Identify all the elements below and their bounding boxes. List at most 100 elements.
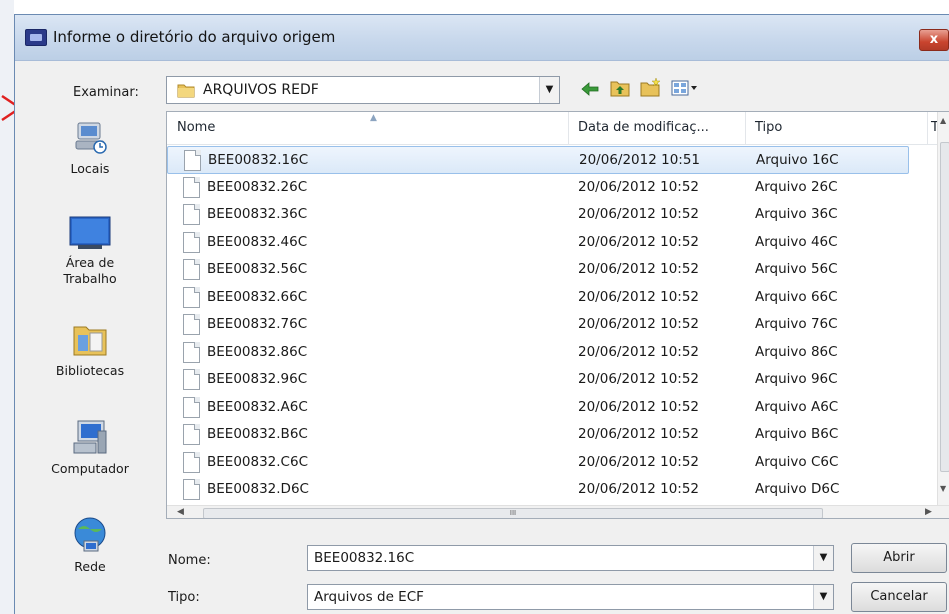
file-type: Arquivo B6C <box>755 426 839 442</box>
open-button[interactable]: Abrir <box>851 543 947 573</box>
file-row[interactable]: BEE00832.16C 20/06/2012 10:51 Arquivo 16C <box>167 146 909 174</box>
places-recent[interactable]: Locais <box>15 117 165 177</box>
folder-icon <box>177 84 195 98</box>
network-icon <box>74 517 106 552</box>
file-row[interactable]: BEE00832.36C 20/06/2012 10:52 Arquivo 36C <box>167 201 937 229</box>
file-date: 20/06/2012 10:52 <box>578 288 700 305</box>
cancel-button[interactable]: Cancelar <box>851 582 947 612</box>
file-row[interactable]: BEE00832.C6C 20/06/2012 10:52 Arquivo C6C <box>167 449 937 477</box>
file-type: Arquivo 86C <box>755 343 838 360</box>
horizontal-scroll-thumb[interactable]: III <box>203 508 823 518</box>
file-type: Arquivo 16C <box>756 152 839 168</box>
vertical-scroll-thumb[interactable] <box>940 142 949 472</box>
file-type: Arquivo 56C <box>755 261 838 277</box>
file-date: 20/06/2012 10:51 <box>579 152 701 168</box>
chevron-down-icon[interactable]: ▼ <box>539 77 559 103</box>
column-divider[interactable] <box>568 112 569 145</box>
file-date: 20/06/2012 10:52 <box>578 343 700 360</box>
chevron-down-icon[interactable]: ▼ <box>813 585 833 609</box>
view-menu-icon[interactable] <box>671 80 699 96</box>
horizontal-scrollbar[interactable]: ◀ III ▶ <box>167 505 949 518</box>
file-row[interactable]: BEE00832.66C 20/06/2012 10:52 Arquivo 66C <box>167 284 937 312</box>
file-date: 20/06/2012 10:52 <box>578 206 700 222</box>
file-icon <box>183 341 200 363</box>
places-computer-label: Computador <box>51 461 129 476</box>
file-name: BEE00832.56C <box>207 261 308 277</box>
column-date[interactable]: Data de modificaç... <box>578 120 709 135</box>
file-type: Arquivo 96C <box>755 371 838 387</box>
file-row[interactable]: BEE00832.86C 20/06/2012 10:52 Arquivo 86C <box>167 339 937 367</box>
close-button[interactable]: x <box>919 29 949 51</box>
title-bar[interactable]: Informe o diretório do arquivo origem x <box>15 15 949 61</box>
places-recent-label: Locais <box>70 161 110 176</box>
new-folder-icon[interactable] <box>640 77 662 97</box>
file-icon <box>183 176 200 198</box>
file-icon <box>183 451 200 473</box>
file-name: BEE00832.D6C <box>207 481 309 497</box>
file-date: 20/06/2012 10:52 <box>578 453 700 470</box>
file-row[interactable]: BEE00832.B6C 20/06/2012 10:52 Arquivo B6C <box>167 421 937 449</box>
file-type: Arquivo 66C <box>755 288 838 305</box>
file-date: 20/06/2012 10:52 <box>578 398 700 415</box>
scroll-right-icon[interactable]: ▶ <box>925 507 932 517</box>
column-divider[interactable] <box>927 112 928 145</box>
places-network-label: Rede <box>74 559 106 574</box>
file-icon <box>183 424 200 445</box>
file-type: Arquivo 46C <box>755 233 838 250</box>
back-arrow-icon[interactable] <box>581 81 599 97</box>
sort-ascending-icon: ▲ <box>370 113 377 123</box>
column-type[interactable]: Tipo <box>755 120 782 135</box>
file-row[interactable]: BEE00832.76C 20/06/2012 10:52 Arquivo 76C <box>167 311 937 339</box>
file-row[interactable]: BEE00832.D6C 20/06/2012 10:52 Arquivo D6C <box>167 476 937 504</box>
filename-combobox[interactable]: BEE00832.16C ▼ <box>307 545 834 571</box>
file-icon <box>183 314 200 335</box>
places-desktop-label: Área de Trabalho <box>63 255 117 286</box>
file-row[interactable]: BEE00832.56C 20/06/2012 10:52 Arquivo 56C <box>167 256 937 284</box>
file-list[interactable]: ▲ Nome Data de modificaç... Tipo T BEE00… <box>166 111 949 519</box>
open-file-dialog: Informe o diretório do arquivo origem x … <box>14 14 949 614</box>
file-name: BEE00832.26C <box>207 178 308 195</box>
file-type: Arquivo 76C <box>755 316 838 332</box>
vertical-scrollbar[interactable]: ▲ ▼ <box>937 112 949 505</box>
background-strip <box>0 0 14 614</box>
file-name: BEE00832.C6C <box>207 453 308 470</box>
file-icon <box>183 479 200 500</box>
computer-icon <box>73 420 107 454</box>
places-libraries[interactable]: Bibliotecas <box>15 319 165 379</box>
column-divider[interactable] <box>745 112 746 145</box>
places-libraries-label: Bibliotecas <box>55 363 125 378</box>
places-bar: Locais Área de Trabalho Bibliotecas Comp… <box>15 107 165 614</box>
scroll-up-icon[interactable]: ▲ <box>940 116 946 125</box>
file-icon <box>183 396 200 418</box>
scroll-down-icon[interactable]: ▼ <box>940 484 946 493</box>
file-name: BEE00832.46C <box>207 233 308 250</box>
column-header-row: ▲ Nome Data de modificaç... Tipo T <box>167 112 949 145</box>
file-type: Arquivo D6C <box>755 481 840 497</box>
up-folder-icon[interactable] <box>610 79 630 97</box>
file-row[interactable]: BEE00832.96C 20/06/2012 10:52 Arquivo 96C <box>167 366 937 394</box>
look-in-dropdown[interactable]: ARQUIVOS REDF ▼ <box>166 76 560 104</box>
places-computer[interactable]: Computador <box>15 417 165 477</box>
file-name: BEE00832.76C <box>207 316 308 332</box>
file-row[interactable]: BEE00832.46C 20/06/2012 10:52 Arquivo 46C <box>167 229 937 257</box>
file-icon <box>183 204 200 225</box>
look-in-label: Examinar: <box>73 85 139 100</box>
recent-places-icon <box>75 122 107 154</box>
filetype-value: Arquivos de ECF <box>314 589 424 605</box>
file-date: 20/06/2012 10:52 <box>578 178 700 195</box>
filename-value[interactable]: BEE00832.16C <box>314 550 414 566</box>
scroll-left-icon[interactable]: ◀ <box>177 507 184 517</box>
file-type: Arquivo 36C <box>755 206 838 222</box>
file-row[interactable]: BEE00832.A6C 20/06/2012 10:52 Arquivo A6C <box>167 394 937 422</box>
file-name: BEE00832.A6C <box>207 398 308 415</box>
file-icon <box>183 259 200 280</box>
file-name: BEE00832.66C <box>207 288 308 305</box>
file-type: Arquivo 26C <box>755 178 838 195</box>
places-desktop[interactable]: Área de Trabalho <box>15 215 165 287</box>
file-row[interactable]: BEE00832.26C 20/06/2012 10:52 Arquivo 26C <box>167 174 937 202</box>
column-name[interactable]: Nome <box>177 120 215 135</box>
file-name: BEE00832.16C <box>208 152 309 168</box>
chevron-down-icon[interactable]: ▼ <box>813 546 833 570</box>
places-network[interactable]: Rede <box>15 515 165 575</box>
filetype-combobox[interactable]: Arquivos de ECF ▼ <box>307 584 834 610</box>
